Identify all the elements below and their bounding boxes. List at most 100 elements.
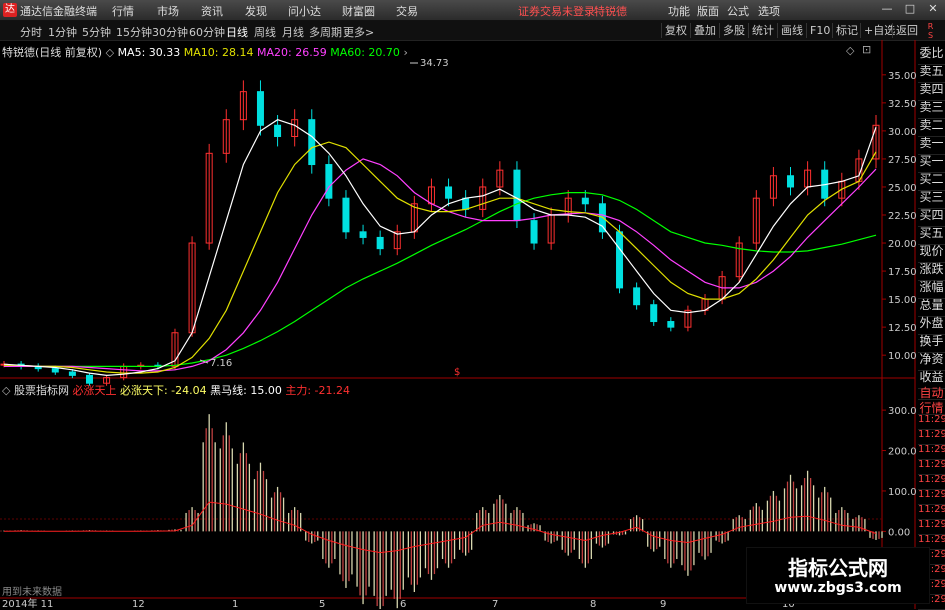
indicator-tick-label: 200.0 (888, 447, 917, 458)
period-monthly[interactable]: 月线 (282, 24, 304, 40)
maximize-icon[interactable]: □ (903, 2, 917, 16)
indicator-legend: ◇ 股票指标网 必涨天上 必涨天下: -24.04 黑马线: 15.00 主力:… (2, 382, 350, 398)
menu-layout[interactable]: 版面 (697, 3, 719, 19)
stock-short-name: 特锐德 (594, 5, 627, 18)
multi-stock-button[interactable]: 多股 (719, 23, 748, 38)
watermark-url: www.zbgs3.com (774, 580, 902, 596)
menu-function[interactable]: 功能 (668, 3, 690, 19)
indicator-tick-label: 100.0 (888, 487, 917, 498)
adjust-button[interactable]: 复权 (661, 23, 690, 38)
price-tick-label: 27.50 (888, 155, 917, 166)
period-toolbar: 分时 1分钟 5分钟 15分钟 30分钟 60分钟 日线 周线 月线 多周期 更… (0, 21, 945, 41)
ma10-label: MA10: 28.14 (183, 46, 254, 59)
candle-body (359, 231, 367, 238)
menu-formula[interactable]: 公式 (727, 3, 749, 19)
ma-lines-group (3, 119, 877, 377)
price-axis: 35.00 32.50 30.00 27.50 25.00 22.50 20.00 17.50… (882, 71, 917, 362)
side-item[interactable]: 行情 (918, 399, 945, 415)
settings-icon[interactable]: ◇ (106, 46, 118, 59)
overlay-button[interactable]: 叠加 (690, 23, 719, 38)
menu-wealth-circle[interactable]: 财富圈 (342, 3, 375, 19)
side-time: 11:29 (918, 429, 945, 445)
candle-body (376, 236, 384, 250)
stock-title: 特锐德(日线 前复权) (2, 46, 103, 59)
indicator-line3: 黑马线: 15.00 (210, 384, 282, 397)
price-tick-label: 15.00 (888, 295, 917, 306)
low-price-label: 7.16 (210, 358, 232, 369)
minimize-icon[interactable]: — (880, 2, 894, 16)
menu-market[interactable]: 市场 (157, 3, 179, 19)
candle-body (445, 186, 453, 199)
ma5-label: MA5: 30.33 (117, 46, 181, 59)
watermark-title: 指标公式网 (788, 556, 888, 580)
indicator-line1: 必涨天上 (72, 384, 117, 397)
date-tick: 6 (400, 599, 406, 609)
menu-options[interactable]: 选项 (758, 3, 780, 19)
dollar-marker-icon: $ (454, 367, 460, 378)
price-tick-label: 10.00 (888, 351, 917, 362)
f10-button[interactable]: F10 (806, 23, 833, 38)
period-1min[interactable]: 1分钟 (48, 24, 77, 40)
date-tick: 2014年 11 (2, 597, 53, 609)
indicator-tick-label: 300.0 (888, 406, 917, 417)
mark-button[interactable]: 标记 (832, 23, 861, 38)
candle-body (787, 175, 795, 188)
side-time: 11:29 (918, 519, 945, 535)
price-tick-label: 12.50 (888, 323, 917, 334)
diamond-icon[interactable]: ◇ (846, 44, 854, 57)
ma60-label: MA60: 20.70 (330, 46, 400, 59)
menu-ask-xiaoda[interactable]: 问小达 (288, 3, 321, 19)
menu-trade[interactable]: 交易 (396, 3, 418, 19)
app-logo-icon: 达 (3, 3, 17, 17)
menu-discover[interactable]: 发现 (245, 3, 267, 19)
period-multi[interactable]: 多周期 (309, 24, 342, 40)
indicator-line4: 主力: -21.24 (285, 384, 351, 397)
price-tick-label: 35.00 (888, 71, 917, 82)
close-icon[interactable]: ✕ (926, 2, 940, 16)
side-time: 11:29 (918, 474, 945, 490)
date-tick: 12 (132, 599, 145, 609)
period-daily[interactable]: 日线 (226, 24, 248, 40)
ma10-line (4, 141, 877, 374)
menu-quotes[interactable]: 行情 (112, 3, 134, 19)
side-time: 11:29 (918, 444, 945, 460)
candles-group (0, 80, 880, 386)
kline-chart[interactable]: 35.00 32.50 30.00 27.50 25.00 22.50 20.00 17.50… (0, 40, 945, 609)
period-weekly[interactable]: 周线 (254, 24, 276, 40)
period-more[interactable]: 更多> (343, 24, 374, 40)
expand-icon[interactable]: ⊡ (862, 43, 871, 56)
period-30min[interactable]: 30分钟 (152, 24, 188, 40)
date-tick: 1 (232, 599, 238, 609)
ma60-line (4, 192, 877, 367)
stats-button[interactable]: 统计 (748, 23, 777, 38)
draw-line-button[interactable]: 画线 (777, 23, 806, 38)
candle-body (256, 91, 264, 126)
side-time: 11:29 (918, 459, 945, 475)
ma20-line (4, 158, 877, 372)
indicator-settings-icon[interactable]: ◇ (2, 384, 14, 397)
login-notice[interactable]: 证券交易未登录 (518, 3, 595, 19)
watermark: 指标公式网 www.zbgs3.com (746, 547, 930, 604)
period-15min[interactable]: 15分钟 (116, 24, 152, 40)
ma20-label: MA20: 26.59 (257, 46, 327, 59)
candle-body (51, 368, 59, 373)
indicator-line2: 必涨天下: -24.04 (119, 384, 207, 397)
period-intraday[interactable]: 分时 (20, 24, 42, 40)
candle-body (667, 321, 675, 328)
future-data-note: 用到未来数据 (2, 585, 62, 598)
candle-body (581, 197, 589, 205)
date-tick: 9 (660, 599, 666, 609)
chevron-right-icon[interactable]: › (403, 46, 407, 59)
candle-body (325, 164, 333, 199)
candle-body (342, 197, 350, 233)
menu-news[interactable]: 资讯 (201, 3, 223, 19)
period-5min[interactable]: 5分钟 (82, 24, 111, 40)
date-tick: 5 (319, 599, 325, 609)
side-item[interactable]: 自动 (918, 384, 945, 400)
price-tick-label: 32.50 (888, 99, 917, 110)
candle-body (513, 169, 521, 222)
title-bar: 达 通达信金融终端 行情 市场 资讯 发现 问小达 财富圈 交易 证券交易未登录… (0, 0, 945, 21)
period-60min[interactable]: 60分钟 (189, 24, 225, 40)
candle-body (633, 287, 641, 306)
candle-body (308, 119, 316, 166)
